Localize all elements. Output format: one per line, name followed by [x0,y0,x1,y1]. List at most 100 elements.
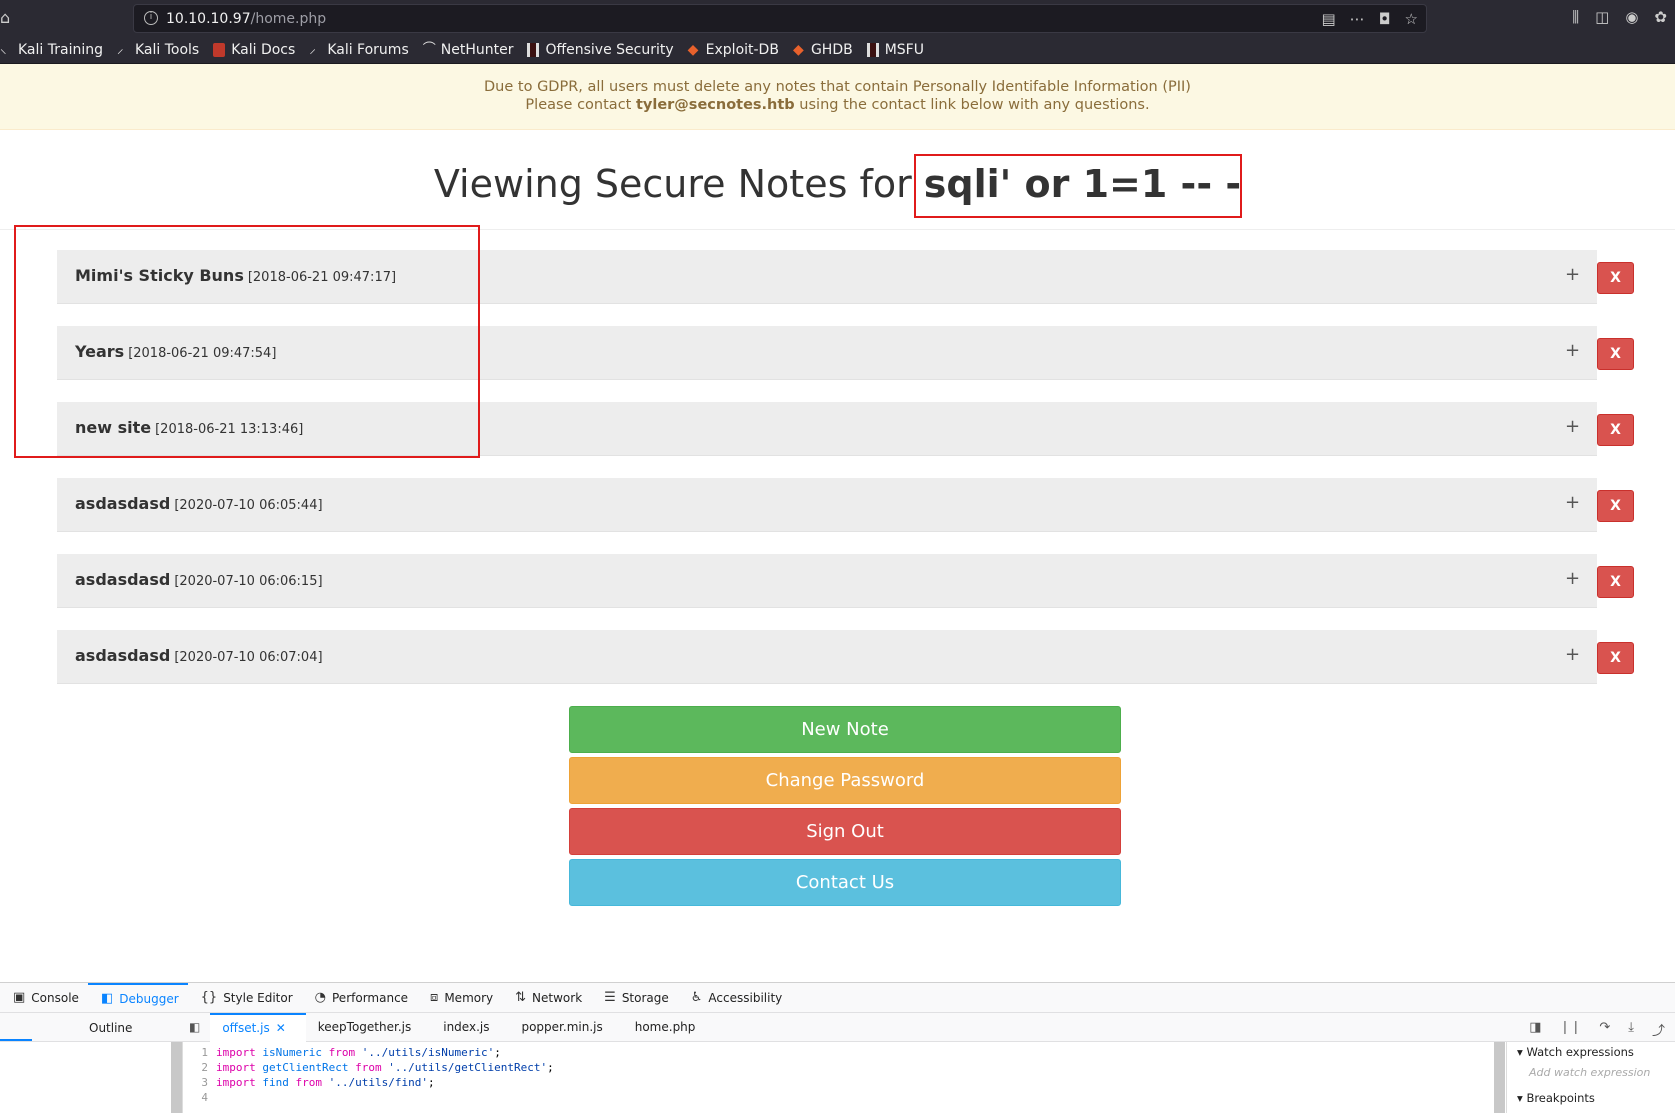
url-bar[interactable]: i 10.10.10.97/home.php ▤ ⋯ ◘ ☆ [133,4,1427,33]
debugger-sidebar: ▾ Watch expressions Add watch expression… [1506,1042,1675,1113]
library-icon[interactable]: ⫼ [1572,8,1579,26]
outline-pane [0,1042,183,1113]
offsec-icon [866,42,879,57]
note-item: asdasdasd [2020-07-10 06:05:44] + X [57,478,1637,532]
expand-icon[interactable]: + [1565,644,1580,665]
source-tab-keeptogether[interactable]: keepTogether.js [306,1013,431,1042]
new-note-button[interactable]: New Note [569,706,1121,753]
url-text[interactable]: 10.10.10.97/home.php [166,11,326,27]
close-icon[interactable]: ✕ [276,1021,286,1035]
pause-icon[interactable]: ❘❘ [1560,1020,1582,1039]
sign-out-button[interactable]: Sign Out [569,808,1121,855]
tab-memory[interactable]: ⧈ Memory [417,983,502,1013]
toggle-pane-icon[interactable]: ◨ [1529,1020,1541,1039]
page-actions-icon[interactable]: ⋯ [1350,10,1365,28]
bookmark-kali-training[interactable]: ⸜ Kali Training [0,42,103,58]
note-header[interactable]: asdasdasd [2020-07-10 06:06:15] + [57,554,1597,608]
source-tab-home[interactable]: home.php [623,1013,716,1042]
breakpoints-header[interactable]: ▾ Breakpoints [1507,1088,1675,1112]
collapse-sources-icon[interactable]: ◧ [183,1013,210,1042]
page-title: Viewing Secure Notes for sqli' or 1=1 --… [433,162,1242,206]
expand-icon[interactable]: + [1565,492,1580,513]
kali-dragon-icon: ⸝ [116,41,124,57]
add-watch-expression[interactable]: Add watch expression [1507,1066,1675,1088]
source-tab-index[interactable]: index.js [431,1013,509,1042]
expand-icon[interactable]: + [1565,340,1580,361]
outline-underline [0,1039,32,1041]
reader-view-icon[interactable]: ▤ [1321,10,1335,28]
tab-style-editor[interactable]: {} Style Editor [188,983,302,1013]
tab-network[interactable]: ⇅ Network [502,983,591,1013]
watch-expressions-header[interactable]: ▾ Watch expressions [1507,1042,1675,1066]
step-in-icon[interactable]: ⤓ [1628,1020,1634,1039]
exploit-db-icon: ◆ [687,41,699,58]
step-out-icon[interactable]: ⤴ [1652,1020,1665,1039]
tab-storage[interactable]: ☰ Storage [591,983,678,1013]
note-title: asdasdasd [75,570,171,589]
home-icon[interactable]: ⌂ [0,8,14,27]
tab-console[interactable]: ▣ Console [0,983,88,1013]
contact-email: tyler@secnotes.htb [635,97,795,113]
tab-accessibility[interactable]: ♿ Accessibility [678,983,792,1013]
devtools-tabs: ▣ Console ◧ Debugger {} Style Editor ◔ Perfo… [0,982,1675,1013]
note-item: asdasdasd [2020-07-10 06:06:15] + X [57,554,1637,608]
expand-icon[interactable]: + [1565,416,1580,437]
source-tab-popper[interactable]: popper.min.js [509,1013,622,1042]
delete-note-button[interactable]: X [1597,338,1634,370]
nethunter-icon: ⌒ [422,41,436,57]
step-over-icon[interactable]: ↷ [1599,1020,1610,1039]
code-line: 1 import isNumeric from '../utils/isNumer… [201,1046,501,1059]
tab-performance[interactable]: ◔ Performance [302,983,417,1013]
info-icon[interactable]: i [144,11,158,25]
account-icon[interactable]: ◉ [1625,8,1638,26]
console-icon: ▣ [13,990,26,1005]
note-header[interactable]: asdasdasd [2020-07-10 06:07:04] + [57,630,1597,684]
scrollbar[interactable] [1494,1042,1505,1113]
extension-icon[interactable]: ✿ [1654,8,1667,26]
bookmark-kali-tools[interactable]: ⸝ Kali Tools [117,42,199,58]
scrollbar[interactable] [171,1042,182,1113]
bookmarks-bar: ⸜ Kali Training ⸝ Kali Tools Kali Docs ⸝ Ka… [0,36,1675,64]
bookmark-ghdb[interactable]: ◆ GHDB [793,42,853,58]
note-date: [2020-07-10 06:05:44] [174,498,323,513]
bookmark-exploit-db[interactable]: ◆ Exploit-DB [688,42,779,58]
source-tab-offset[interactable]: offset.js ✕ [210,1013,306,1042]
outline-tab[interactable]: Outline [89,1021,132,1035]
gauge-icon: ◔ [314,990,326,1005]
sidebar-icon[interactable]: ◫ [1595,8,1609,26]
expand-icon[interactable]: + [1565,264,1580,285]
bookmark-kali-docs[interactable]: Kali Docs [213,42,295,58]
bookmark-kali-forums[interactable]: ⸝ Kali Forums [309,42,408,58]
memory-icon: ⧈ [430,990,439,1005]
delete-note-button[interactable]: X [1597,642,1634,674]
change-password-button[interactable]: Change Password [569,757,1121,804]
delete-note-button[interactable]: X [1597,262,1634,294]
kali-docs-icon [213,42,226,57]
code-editor[interactable]: 1 import isNumeric from '../utils/isNumer… [190,1045,554,1105]
note-date: [2020-07-10 06:06:15] [174,574,323,589]
delete-note-button[interactable]: X [1597,490,1634,522]
banner-line-2: Please contact tyler@secnotes.htb using … [525,97,1150,113]
offsec-icon [527,42,540,57]
braces-icon: {} [200,990,218,1005]
bookmark-star-icon[interactable]: ☆ [1405,10,1418,28]
bookmark-nethunter[interactable]: ⌒ NetHunter [423,42,514,58]
debugger-icon: ◧ [100,991,114,1006]
storage-icon: ☰ [604,990,616,1005]
tab-debugger[interactable]: ◧ Debugger [87,982,188,1013]
expand-icon[interactable]: + [1565,568,1580,589]
kali-dragon-icon: ⸝ [309,41,316,57]
pocket-icon[interactable]: ◘ [1379,10,1391,28]
note-header[interactable]: asdasdasd [2020-07-10 06:05:44] + [57,478,1597,532]
gdpr-banner: Due to GDPR, all users must delete any n… [0,64,1675,130]
delete-note-button[interactable]: X [1597,566,1634,598]
network-icon: ⇅ [515,990,527,1005]
delete-note-button[interactable]: X [1597,414,1634,446]
code-line: 2 import getClientRect from '../utils/get… [201,1061,554,1074]
bookmark-offensive-security[interactable]: Offensive Security [527,42,674,58]
bookmark-msfu[interactable]: MSFU [866,42,924,58]
banner-line-1: Due to GDPR, all users must delete any n… [484,79,1191,95]
accessibility-icon: ♿ [690,990,703,1005]
note-date: [2020-07-10 06:07:04] [174,650,323,665]
contact-us-button[interactable]: Contact Us [569,859,1121,906]
